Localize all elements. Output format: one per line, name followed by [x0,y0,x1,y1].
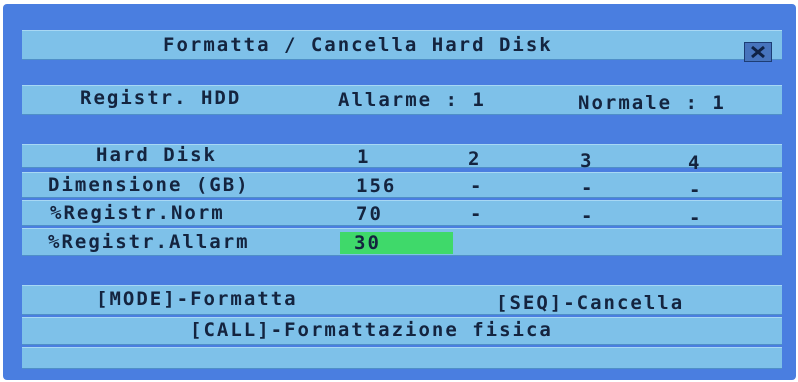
cell-value: - [470,203,484,225]
cell-value: - [689,207,703,229]
delete-action[interactable]: [SEQ]-Cancella [496,291,684,315]
row-label-registr-norm: %Registr.Norm [50,202,225,224]
format-action[interactable]: [MODE]-Formatta [96,287,298,311]
row-label-dimensione: Dimensione (GB) [48,174,250,196]
physical-format-action[interactable]: [CALL]-Formattazione fisica [190,318,553,342]
normal-count: Normale : 1 [578,92,726,114]
alarm-count: Allarme : 1 [338,89,486,111]
close-x-glyph [751,45,765,59]
close-x-icon[interactable] [744,42,772,62]
column-header: 4 [688,152,702,174]
cell-value: - [689,179,703,201]
dialog-title: Formatta / Cancella Hard Disk [163,34,553,56]
cell-value: - [581,205,595,227]
alarm-percent-value: 30 [354,232,381,254]
column-header: 1 [357,146,371,168]
column-header: 2 [468,148,482,170]
cell-value: - [470,175,484,197]
cell-value: 156 [356,175,397,197]
row-label-registr-allarm: %Registr.Allarm [48,231,250,253]
column-header: 3 [580,150,594,172]
hard-disk-header-label: Hard Disk [96,144,217,166]
cell-value: 70 [356,203,383,225]
empty-row [22,347,782,369]
cell-value: - [581,177,595,199]
registr-hdd-label: Registr. HDD [80,87,242,109]
